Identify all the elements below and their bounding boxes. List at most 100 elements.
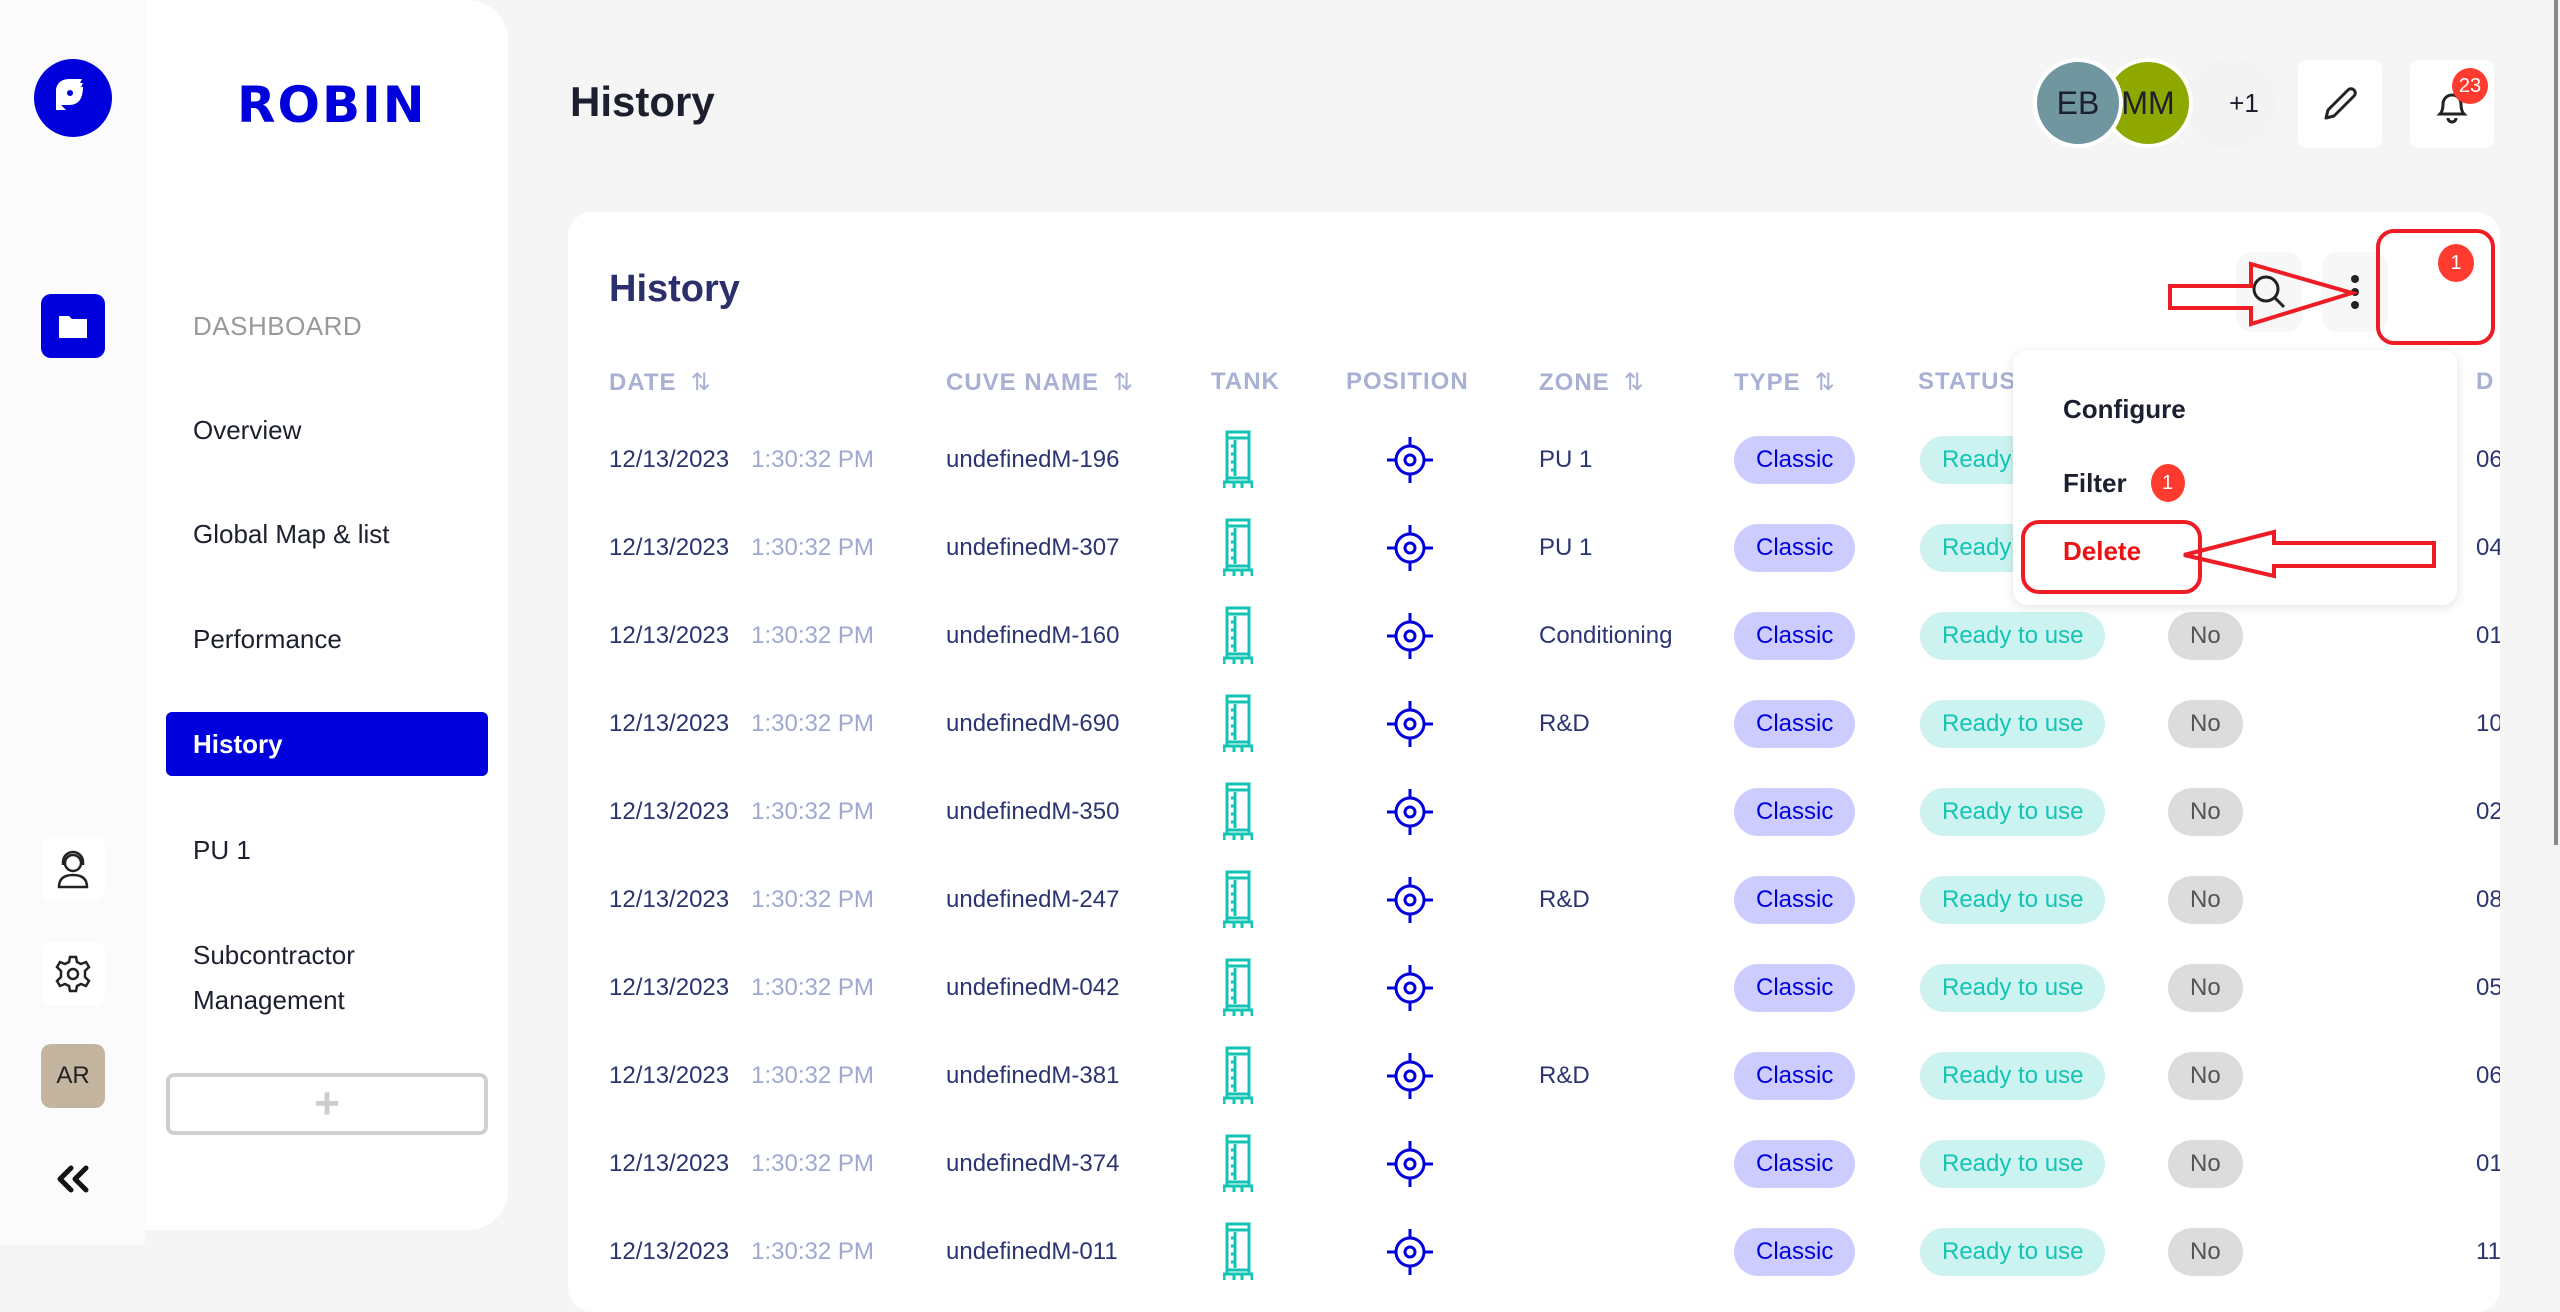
- type-cell: Classic: [1734, 1032, 1856, 1120]
- menu-item-configure[interactable]: Configure: [2063, 394, 2186, 425]
- status-badge: Ready to use: [1920, 700, 2106, 748]
- column-header-zone[interactable]: ZONE ⇅: [1539, 368, 1645, 397]
- time: 1:30:32 PM: [751, 974, 874, 1001]
- position-icon: [1387, 525, 1433, 571]
- tank-cell[interactable]: [1223, 768, 1253, 856]
- tank-cell[interactable]: [1223, 1120, 1253, 1208]
- column-label: STATUS: [1918, 368, 2017, 395]
- search-button[interactable]: [2236, 252, 2302, 332]
- table-row[interactable]: 12/13/2023 1:30:32 PM undefinedM-011 Classi…: [568, 1208, 2500, 1296]
- filter-badge: 1: [2150, 464, 2185, 502]
- sidebar-item-subcontractor[interactable]: Subcontractor Management: [166, 933, 446, 1023]
- table-row[interactable]: 12/13/2023 1:30:32 PM undefinedM-374 Classi…: [568, 1120, 2500, 1208]
- position-cell[interactable]: [1385, 1120, 1435, 1208]
- table-row[interactable]: 12/13/2023 1:30:32 PM undefinedM-042 Classi…: [568, 944, 2500, 1032]
- tank-cell[interactable]: [1223, 856, 1253, 944]
- column-label: TYPE: [1734, 369, 1801, 396]
- tank-cell[interactable]: [1223, 504, 1253, 592]
- settings-button[interactable]: [41, 942, 105, 1006]
- position-cell[interactable]: [1385, 680, 1435, 768]
- sort-icon: ⇅: [690, 369, 712, 396]
- avatar-initials: MM: [2121, 84, 2175, 121]
- robin-logo-icon[interactable]: [34, 59, 112, 137]
- tank-cell[interactable]: [1223, 416, 1253, 504]
- tank-cell[interactable]: [1223, 1208, 1253, 1296]
- status-cell: Ready to use: [1920, 856, 2106, 944]
- scrollbar[interactable]: [2554, 0, 2558, 845]
- sidebar-item-performance[interactable]: Performance: [166, 607, 488, 671]
- folder-button[interactable]: [41, 294, 105, 358]
- position-cell[interactable]: [1385, 856, 1435, 944]
- edit-button[interactable]: [2298, 60, 2382, 148]
- menu-item-filter[interactable]: Filter 1: [2063, 464, 2185, 502]
- position-cell[interactable]: [1385, 504, 1435, 592]
- sort-icon: ⇅: [1113, 369, 1135, 396]
- avatar-eb[interactable]: EB: [2033, 58, 2123, 148]
- brand-logo: ROBIN: [237, 76, 427, 134]
- chevrons-left-icon: [57, 1165, 89, 1193]
- position-cell[interactable]: [1385, 1032, 1435, 1120]
- zone-cell: R&D: [1539, 886, 1590, 913]
- sidebar-item-overview[interactable]: Overview: [166, 398, 488, 462]
- add-dashboard-button[interactable]: +: [166, 1073, 488, 1135]
- sidebar-item-pu1[interactable]: PU 1: [166, 818, 488, 882]
- type-badge: Classic: [1734, 788, 1856, 836]
- type-badge: Classic: [1734, 964, 1856, 1012]
- collapse-sidebar-button[interactable]: [55, 1164, 91, 1199]
- notifications-button[interactable]: 23: [2410, 60, 2494, 148]
- table-row[interactable]: 12/13/2023 1:30:32 PM undefinedM-160 Condit…: [568, 592, 2500, 680]
- table-row[interactable]: 12/13/2023 1:30:32 PM undefinedM-690 R&D Cla…: [568, 680, 2500, 768]
- position-icon: [1387, 1141, 1433, 1187]
- user-initials: AR: [56, 1062, 90, 1089]
- date-cell: 12/13/2023 1:30:32 PM: [609, 504, 874, 592]
- tank-cell[interactable]: [1223, 680, 1253, 768]
- type-cell: Classic: [1734, 592, 1856, 680]
- type-badge: Classic: [1734, 1052, 1856, 1100]
- table-row[interactable]: 12/13/2023 1:30:32 PM undefinedM-381 R&D Cla…: [568, 1032, 2500, 1120]
- tank-icon: [1223, 1046, 1253, 1104]
- tank-cell[interactable]: [1223, 1032, 1253, 1120]
- user-avatar[interactable]: AR: [41, 1044, 105, 1108]
- tank-cell[interactable]: [1223, 592, 1253, 680]
- position-icon: [1387, 1053, 1433, 1099]
- status-cell: Ready to use: [1920, 944, 2106, 1032]
- tank-cell[interactable]: [1223, 944, 1253, 1032]
- position-cell[interactable]: [1385, 1208, 1435, 1296]
- type-cell: Classic: [1734, 1120, 1856, 1208]
- flag-cell: No: [2168, 944, 2243, 1032]
- position-icon: [1387, 1229, 1433, 1275]
- more-users[interactable]: +1: [2185, 58, 2275, 148]
- cuve-name-cell: undefinedM-196: [946, 446, 1120, 473]
- position-cell[interactable]: [1385, 768, 1435, 856]
- column-header-date[interactable]: DATE ⇅: [609, 368, 712, 397]
- type-badge: Classic: [1734, 700, 1856, 748]
- type-cell: Classic: [1734, 944, 1856, 1032]
- status-cell: Ready to use: [1920, 680, 2106, 768]
- cuve-name-cell: undefinedM-350: [946, 798, 1120, 825]
- sidebar-item-global-map[interactable]: Global Map & list: [166, 502, 488, 566]
- column-header-cuve-name[interactable]: CUVE NAME ⇅: [946, 368, 1134, 397]
- last-cell: 11: [2476, 1238, 2500, 1265]
- date: 12/13/2023: [609, 710, 730, 737]
- date-cell: 12/13/2023 1:30:32 PM: [609, 1032, 874, 1120]
- sidebar-item-history[interactable]: History: [166, 712, 488, 776]
- support-button[interactable]: [41, 837, 105, 901]
- date-cell: 12/13/2023 1:30:32 PM: [609, 592, 874, 680]
- position-cell[interactable]: [1385, 592, 1435, 680]
- table-row[interactable]: 12/13/2023 1:30:32 PM undefinedM-350 Classi…: [568, 768, 2500, 856]
- position-cell[interactable]: [1385, 944, 1435, 1032]
- column-header-type[interactable]: TYPE ⇅: [1734, 368, 1836, 397]
- flag-badge: No: [2168, 876, 2243, 924]
- type-cell: Classic: [1734, 504, 1856, 592]
- more-options-button[interactable]: [2322, 252, 2388, 332]
- folder-icon: [59, 316, 87, 338]
- type-badge: Classic: [1734, 524, 1856, 572]
- time: 1:30:32 PM: [751, 1150, 874, 1177]
- icon-rail: AR: [0, 0, 145, 1245]
- more-options-badge: 1: [2438, 244, 2474, 282]
- status-cell: Ready to use: [1920, 1208, 2106, 1296]
- position-cell[interactable]: [1385, 416, 1435, 504]
- menu-item-delete[interactable]: Delete: [2063, 536, 2141, 567]
- column-label: POSITION: [1346, 368, 1469, 395]
- table-row[interactable]: 12/13/2023 1:30:32 PM undefinedM-247 R&D Cla…: [568, 856, 2500, 944]
